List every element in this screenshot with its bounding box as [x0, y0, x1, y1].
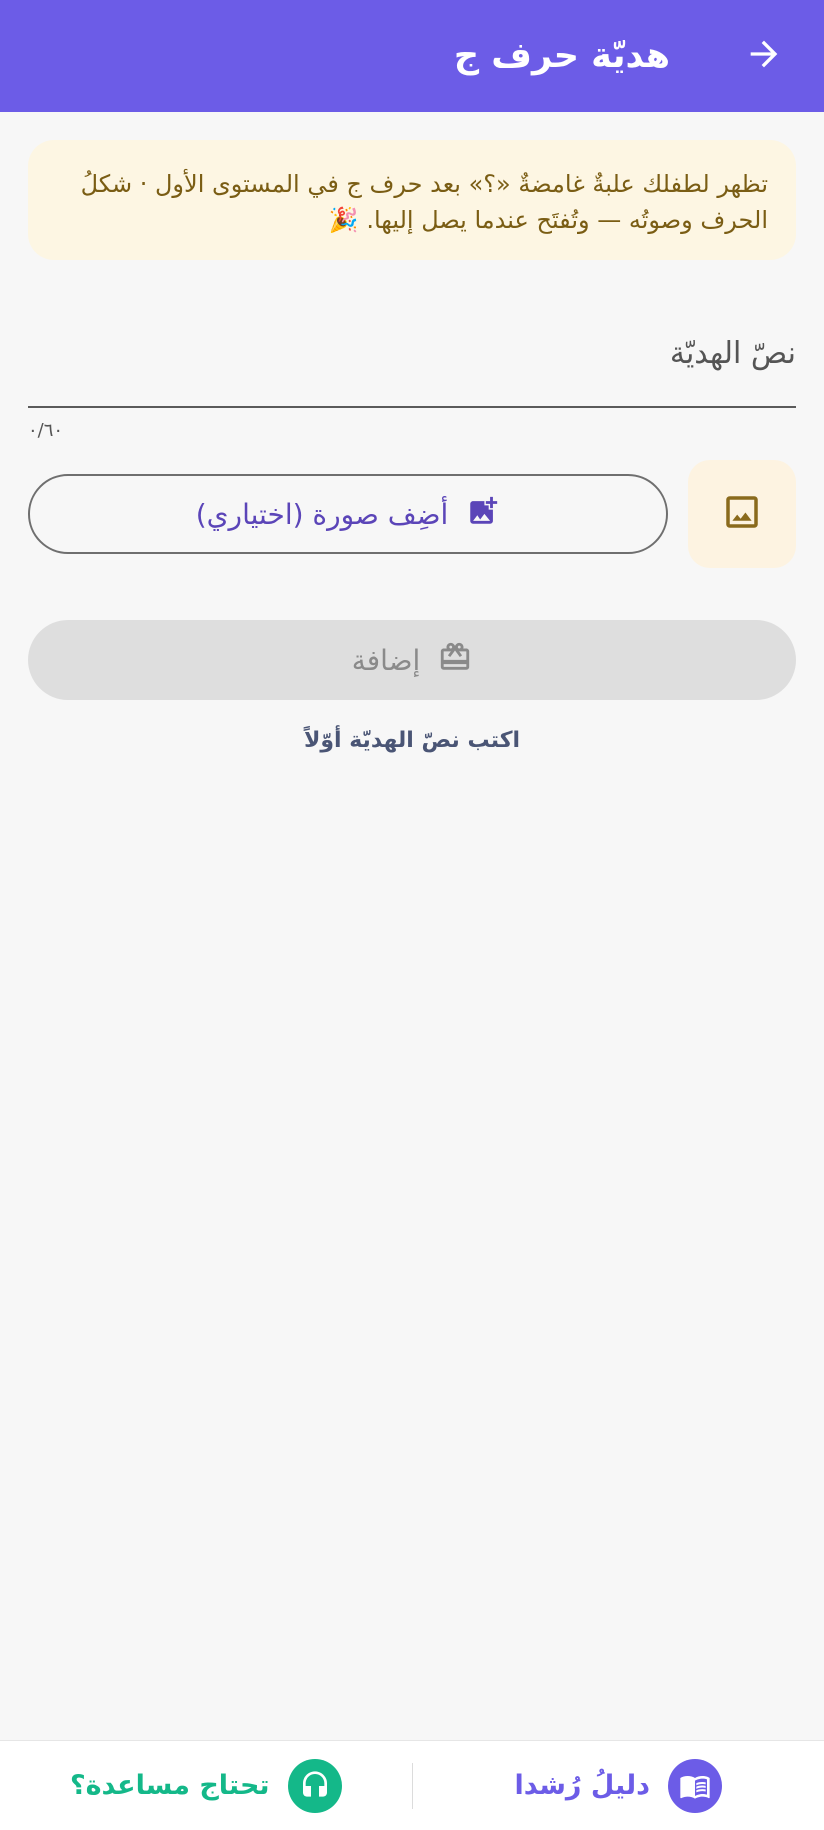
page-title: هديّة حرف ج	[453, 36, 670, 76]
gift-icon	[438, 640, 472, 681]
bottom-bar: دليلُ رُشدا تحتاج مساعدة؟	[0, 1740, 824, 1830]
arrow-back-icon	[744, 34, 784, 78]
help-label: تحتاج مساعدة؟	[69, 1770, 270, 1801]
book-icon	[667, 1758, 722, 1813]
add-photo-label: أضِف صورة (اختياري)	[195, 497, 449, 531]
headset-icon	[287, 1758, 342, 1813]
guide-button[interactable]: دليلُ رُشدا	[413, 1741, 824, 1830]
add-photo-button[interactable]: أضِف صورة (اختياري)	[28, 474, 668, 554]
app-bar: هديّة حرف ج	[0, 0, 824, 112]
back-button[interactable]	[724, 16, 804, 96]
add-gift-button[interactable]: إضافة	[28, 620, 796, 700]
banner-line-2: الحرف وصوتُه — وتُفتَح عندما يصل إليها. …	[328, 206, 768, 234]
banner-line-1: تظهر لطفلك علبةٌ غامضةٌ «؟» بعد حرف ج في…	[80, 170, 768, 198]
gift-text-field	[28, 318, 796, 408]
add-gift-label: إضافة	[351, 643, 421, 677]
image-preview[interactable]	[688, 460, 796, 568]
add-photo-icon	[466, 494, 500, 535]
gift-text-input[interactable]	[28, 318, 796, 388]
help-button[interactable]: تحتاج مساعدة؟	[0, 1741, 412, 1830]
hint-text: اكتب نصّ الهديّة أوّلاً	[303, 728, 521, 753]
bottom-divider	[411, 1762, 413, 1809]
image-icon	[721, 491, 763, 537]
info-banner: تظهر لطفلك علبةٌ غامضةٌ «؟» بعد حرف ج في…	[28, 140, 796, 260]
guide-label: دليلُ رُشدا	[514, 1770, 650, 1801]
character-counter: ٠/٦٠	[28, 420, 64, 441]
